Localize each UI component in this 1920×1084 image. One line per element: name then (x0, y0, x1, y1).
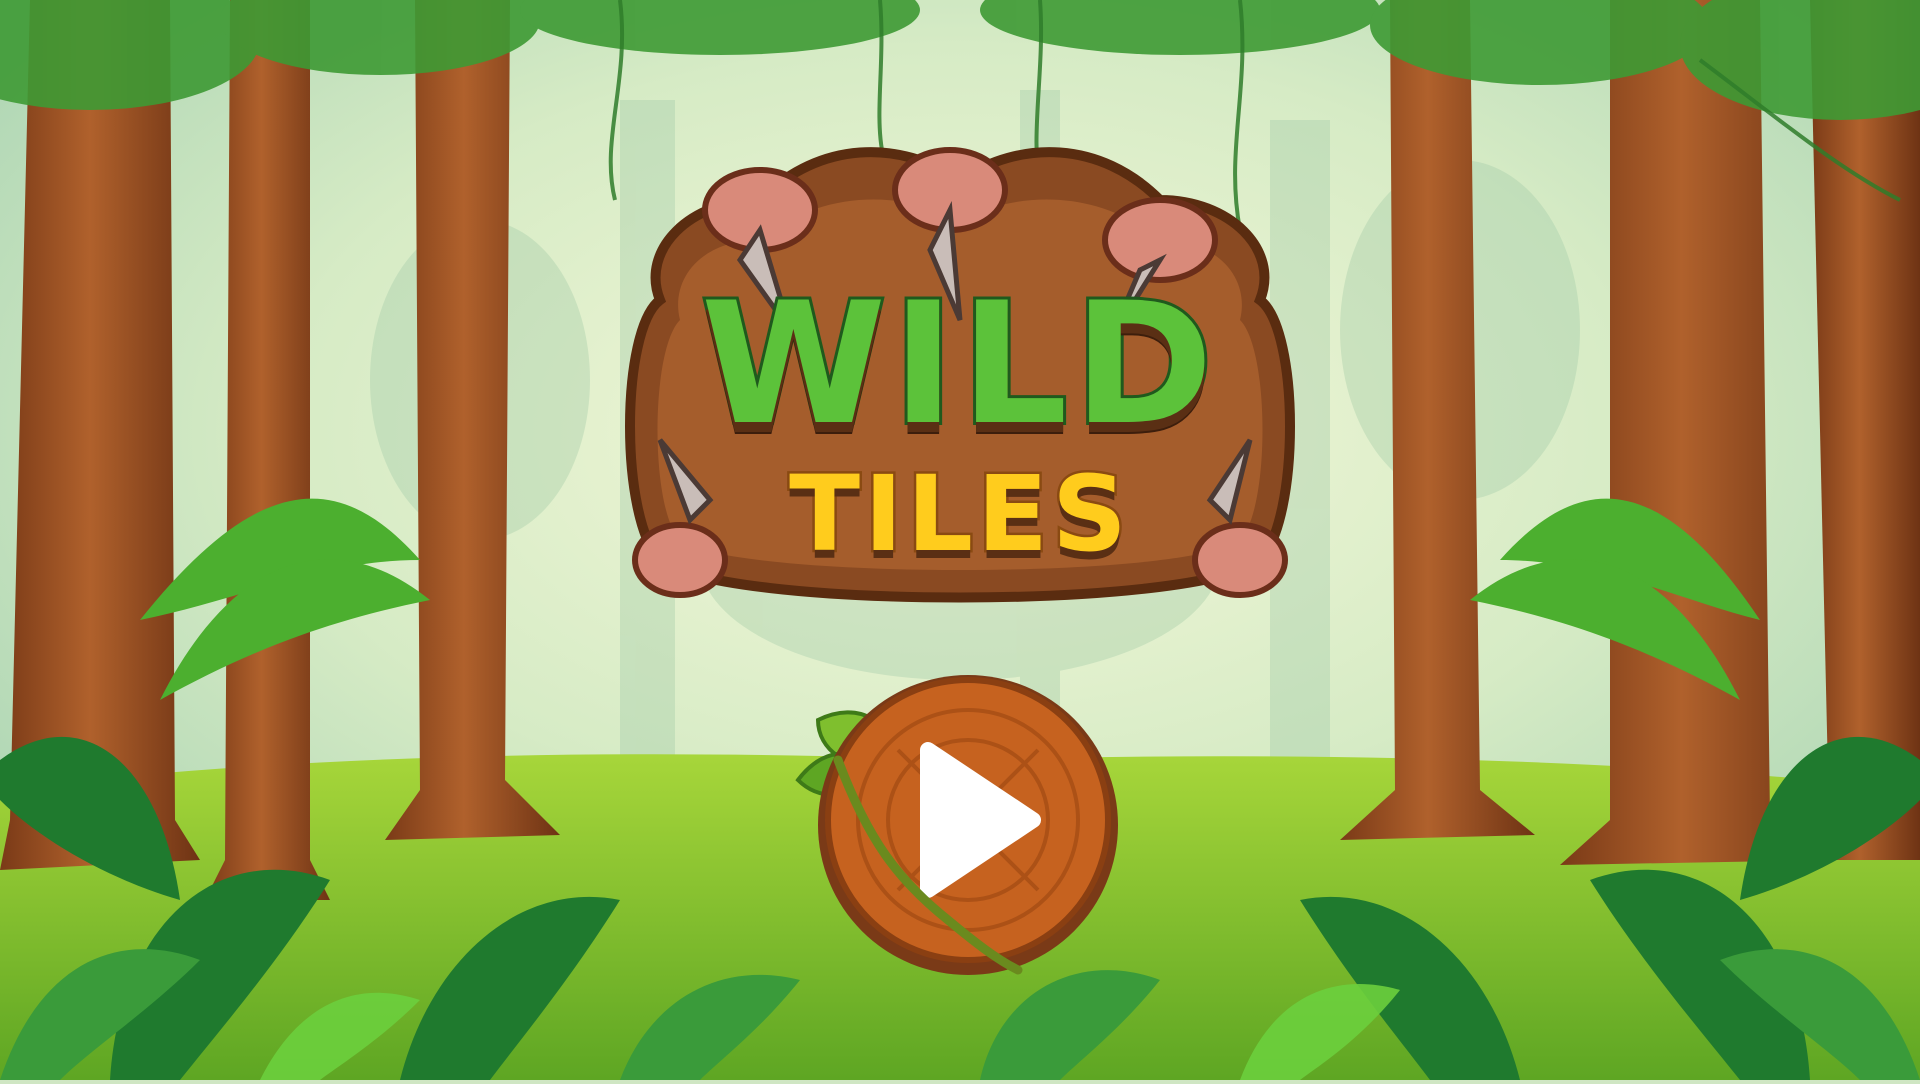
game-logo: WILD TILES (610, 266, 1310, 575)
play-button[interactable] (778, 660, 1118, 980)
logo-title-line2: TILES (787, 453, 1131, 575)
logo-title-line1: WILD (698, 266, 1220, 462)
tree-trunk-right (1340, 0, 1920, 865)
